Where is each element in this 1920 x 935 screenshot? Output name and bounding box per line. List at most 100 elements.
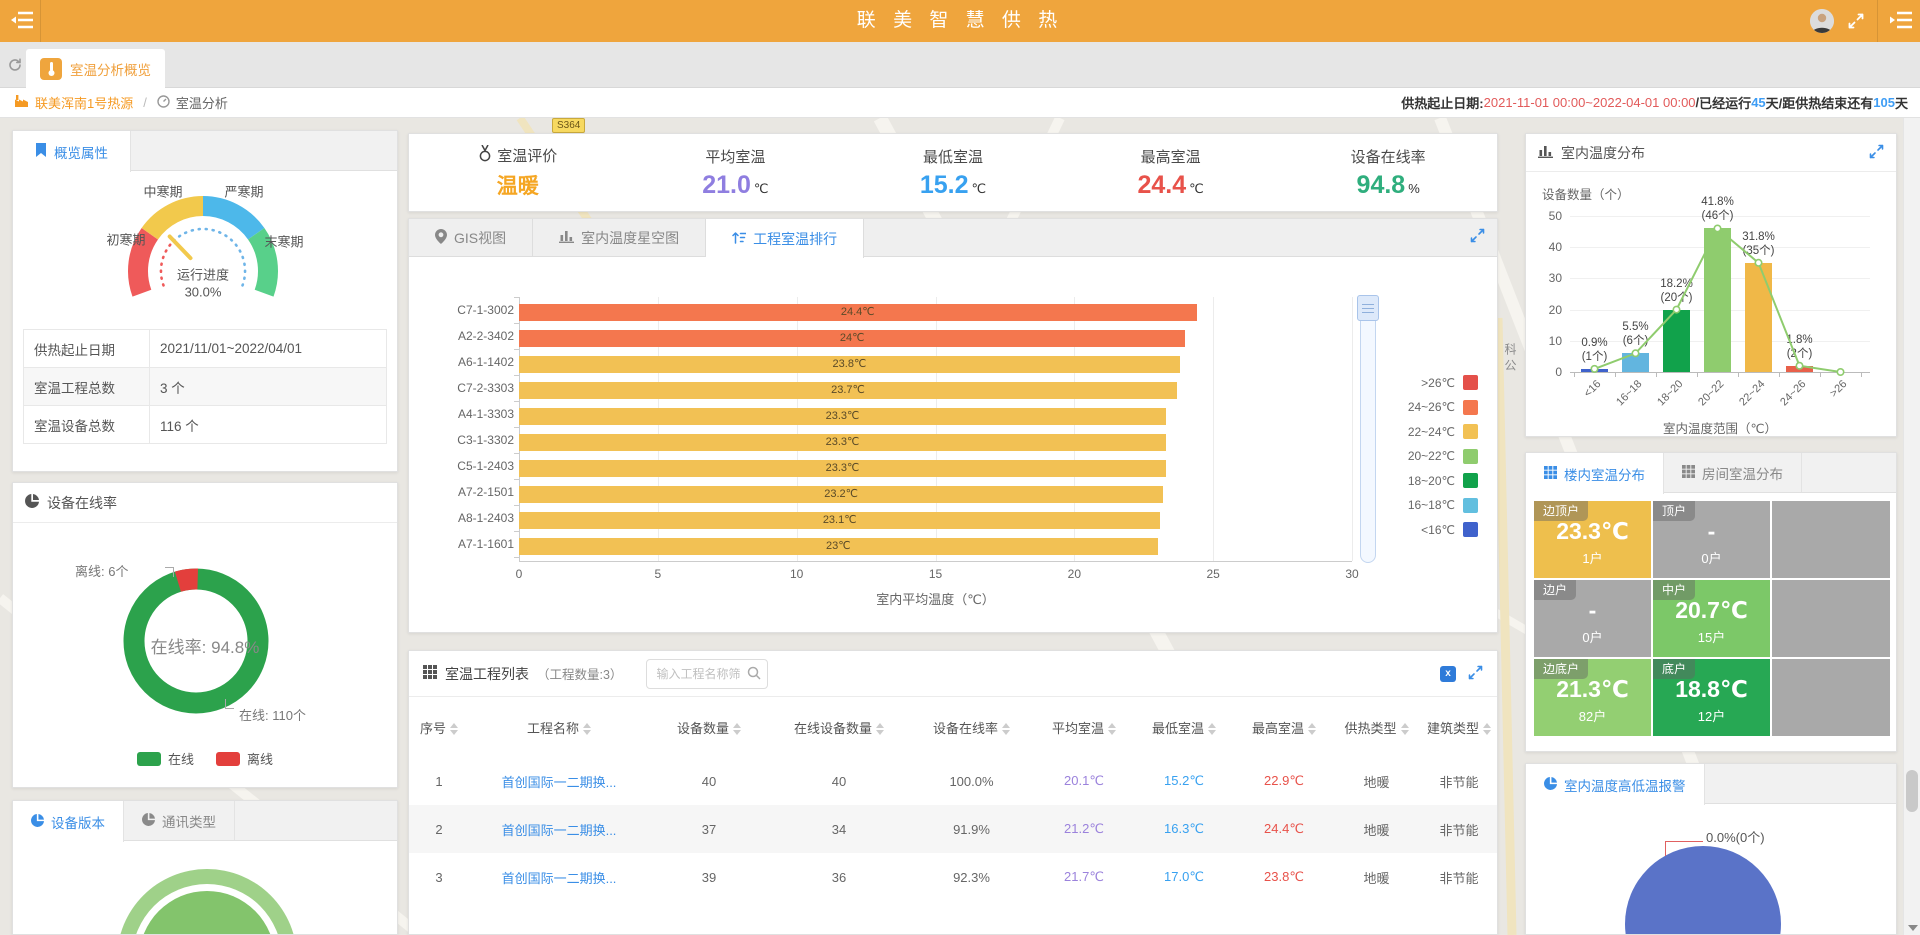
column-header[interactable]: 工程名称: [469, 697, 649, 757]
expand-icon[interactable]: [1869, 144, 1884, 162]
axis-tick: [514, 531, 519, 532]
tab-map-pin[interactable]: GIS视图: [409, 219, 533, 256]
histogram-bar[interactable]: [1581, 369, 1608, 372]
sort-caret-icon[interactable]: [1108, 723, 1116, 735]
x-tick-label: 18~20: [1647, 378, 1685, 416]
overview-attr-table: 供热起止日期2021/11/01~2022/04/01 室温工程总数3 个 室温…: [23, 329, 387, 444]
sort-caret-icon[interactable]: [1401, 723, 1409, 735]
tab-room-distribution[interactable]: 房间室温分布: [1664, 453, 1802, 492]
ranking-bar[interactable]: 23.3℃: [519, 408, 1166, 425]
fullscreen-icon[interactable]: [1848, 13, 1864, 32]
ranking-bar[interactable]: 23.7℃: [519, 382, 1177, 399]
histogram-bar[interactable]: [1786, 366, 1813, 372]
tab-sort[interactable]: 工程室温排行: [706, 219, 864, 258]
menu-unfold-icon[interactable]: [1890, 11, 1912, 32]
table-cell[interactable]: 首创国际一二期换...: [469, 757, 649, 805]
donut-legend: 在线 离线: [13, 749, 397, 768]
column-header[interactable]: 设备数量: [649, 697, 769, 757]
legend-item[interactable]: 18~20℃: [1397, 473, 1478, 488]
ranking-bar[interactable]: 24℃: [519, 330, 1185, 347]
datazoom-handle[interactable]: [1357, 295, 1379, 321]
tab-label: 室温分析概览: [70, 59, 151, 79]
column-header[interactable]: 序号: [409, 697, 469, 757]
ranking-bar[interactable]: 23.1℃: [519, 512, 1160, 529]
sort-caret-icon[interactable]: [583, 723, 591, 735]
histogram-bar[interactable]: [1663, 310, 1690, 372]
cell-tag: 顶户: [1653, 501, 1695, 521]
tab-room-temp-overview[interactable]: 室温分析概览: [26, 49, 165, 88]
axis-tick: [514, 375, 519, 376]
table-cell: 1: [409, 757, 469, 805]
tab-temp-alarm[interactable]: 室内温度高低温报警: [1526, 764, 1705, 805]
cell-tag: 边户: [1534, 580, 1576, 600]
legend-item[interactable]: 16~18℃: [1397, 498, 1478, 513]
alarm-pie-label: 0.0%(0个): [1706, 827, 1765, 846]
legend-item[interactable]: 离线: [216, 749, 273, 768]
excel-export-icon[interactable]: x: [1440, 666, 1456, 682]
legend-item[interactable]: 20~22℃: [1397, 449, 1478, 464]
legend-item[interactable]: <16℃: [1397, 522, 1478, 537]
sort-caret-icon[interactable]: [1002, 723, 1010, 735]
ranking-bar[interactable]: 23.2℃: [519, 486, 1163, 503]
overview-panel: 概览属性 初寒期 中寒期 严寒期 末寒期 运行进度 30.0% 供热起止日期20…: [12, 130, 398, 472]
tab-bar-chart[interactable]: 室内温度星空图: [533, 219, 706, 256]
sort-caret-icon[interactable]: [733, 723, 741, 735]
sort-caret-icon[interactable]: [1483, 723, 1491, 735]
ranking-bar[interactable]: 24.4℃: [519, 304, 1197, 321]
datazoom-slider[interactable]: [1360, 297, 1376, 563]
breadcrumb-source-link[interactable]: 联美浑南1号热源: [35, 93, 133, 112]
tab-building-distribution[interactable]: 楼内室温分布: [1526, 453, 1664, 494]
column-header[interactable]: 最低室温: [1134, 697, 1234, 757]
data-label: 31.8%(35个): [1727, 230, 1791, 258]
legend-item[interactable]: 在线: [137, 749, 194, 768]
expand-icon[interactable]: [1468, 665, 1483, 683]
alarm-pie-chart: [1625, 846, 1781, 935]
stat-value: 温暖: [497, 170, 539, 200]
legend-item[interactable]: 24~26℃: [1397, 400, 1478, 415]
ranking-bar[interactable]: 23.8℃: [519, 356, 1180, 373]
stat-2: 最低室温15.2℃: [844, 134, 1062, 211]
sort-caret-icon[interactable]: [1308, 723, 1316, 735]
ranking-bar[interactable]: 23℃: [519, 538, 1158, 555]
tab-comm-type[interactable]: 通讯类型: [124, 801, 235, 840]
table-cell[interactable]: 首创国际一二期换...: [469, 853, 649, 901]
refresh-icon[interactable]: [8, 58, 22, 75]
column-header[interactable]: 平均室温: [1034, 697, 1134, 757]
sort-caret-icon[interactable]: [876, 723, 884, 735]
table-cell: 34: [769, 805, 909, 853]
gauge-seg-label: 末寒期: [264, 232, 303, 251]
stat-value: 15.2: [920, 171, 969, 200]
ranking-bar[interactable]: 23.3℃: [519, 434, 1166, 451]
cell-count: 15户: [1653, 627, 1770, 646]
page-scrollbar[interactable]: [1903, 118, 1920, 935]
scrollbar-thumb[interactable]: [1906, 770, 1918, 812]
avatar[interactable]: [1810, 9, 1834, 33]
cell-temperature: 20.7℃: [1653, 597, 1770, 624]
table-cell: 40: [649, 757, 769, 805]
tab-device-version[interactable]: 设备版本: [13, 801, 124, 842]
legend-item[interactable]: 22~24℃: [1397, 424, 1478, 439]
data-label: 18.2%(20个): [1645, 277, 1709, 305]
temp-alarm-panel: 室内温度高低温报警 0.0%(0个): [1525, 763, 1897, 935]
tab-label: 通讯类型: [162, 811, 216, 831]
stat-label: 最低室温: [923, 146, 983, 167]
scrollbar-down-icon[interactable]: [1908, 925, 1918, 931]
cell-tag: 中户: [1653, 580, 1695, 600]
x-tick-label: 22~24: [1729, 378, 1767, 416]
column-header[interactable]: 供热类型: [1334, 697, 1419, 757]
column-header[interactable]: 建筑类型: [1419, 697, 1498, 757]
search-icon[interactable]: [747, 666, 761, 683]
callout-connector: [1665, 841, 1703, 842]
table-cell[interactable]: 首创国际一二期换...: [469, 805, 649, 853]
column-header[interactable]: 设备在线率: [909, 697, 1034, 757]
sort-caret-icon[interactable]: [450, 723, 458, 735]
column-header[interactable]: 最高室温: [1234, 697, 1334, 757]
column-header[interactable]: 在线设备数量: [769, 697, 909, 757]
project-count: （工程数量:3）: [537, 664, 622, 683]
cell-temperature: 21.3℃: [1534, 676, 1651, 703]
histogram-bar[interactable]: [1622, 353, 1649, 372]
expand-icon[interactable]: [1470, 228, 1485, 246]
ranking-bar[interactable]: 23.3℃: [519, 460, 1166, 477]
legend-item[interactable]: >26℃: [1397, 375, 1478, 390]
sort-caret-icon[interactable]: [1208, 723, 1216, 735]
